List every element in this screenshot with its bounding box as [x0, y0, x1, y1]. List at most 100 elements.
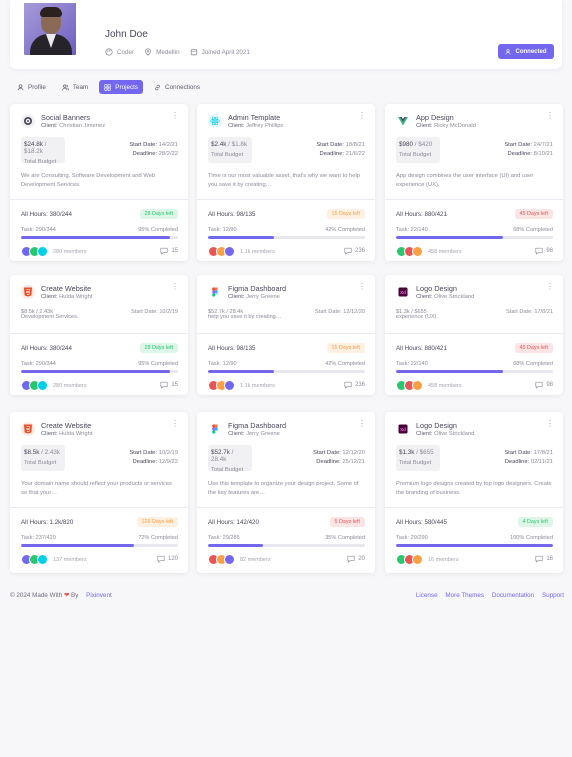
budget-total: / $420: [414, 141, 433, 148]
more-options-icon[interactable]: ⋮: [358, 112, 366, 120]
days-left-badge: 15 Days left: [326, 209, 365, 219]
tab-projects[interactable]: Projects: [99, 80, 144, 94]
deadline: 8/10/21: [533, 151, 553, 157]
more-options-icon[interactable]: ⋮: [171, 283, 179, 291]
progress-bar: [208, 236, 365, 239]
comments[interactable]: 16: [535, 555, 553, 563]
connected-button[interactable]: Connected: [498, 44, 554, 59]
progress-bar: [208, 544, 365, 547]
more-options-icon[interactable]: ⋮: [171, 112, 179, 120]
comments[interactable]: 98: [535, 247, 553, 255]
clipped-start-date: Start Date: 17/8/21: [506, 309, 553, 315]
project-title[interactable]: Logo Design: [416, 421, 457, 430]
start-date-label: Start Date:: [129, 142, 158, 148]
footer-links: License More Themes Documentation Suppor…: [410, 592, 564, 599]
progress-fill: [396, 236, 503, 239]
budget-box: $2.4k / $1.8k Total Budget: [208, 137, 252, 163]
profile-header: John Doe Coder Medellin Joined April 202…: [10, 0, 562, 69]
progress-bar: [21, 236, 178, 239]
project-card: Xd Logo Design Client: Olive Strickland …: [385, 275, 563, 395]
budget-spent: $980: [399, 141, 414, 148]
avatar[interactable]: [412, 554, 423, 565]
member-avatars[interactable]: [21, 380, 48, 391]
member-avatars[interactable]: [208, 554, 235, 565]
react-logo-icon: [208, 114, 222, 128]
footer-link-more-themes[interactable]: More Themes: [445, 592, 484, 599]
footer-link-license[interactable]: License: [416, 592, 438, 599]
project-title[interactable]: Figma Dashboard: [228, 284, 286, 293]
all-hours: All Hours: 1.2k/820: [21, 519, 74, 526]
profile-name: John Doe: [105, 29, 148, 40]
project-title[interactable]: Admin Template: [228, 113, 280, 122]
project-card: Figma Dashboard Client: Jerry Greene ⋮ $…: [197, 275, 375, 395]
comments[interactable]: 20: [347, 555, 365, 563]
avatar[interactable]: [37, 380, 48, 391]
avatar[interactable]: [412, 246, 423, 257]
project-title[interactable]: Social Banners: [41, 113, 90, 122]
days-left-badge: 28 Days left: [139, 343, 178, 353]
completion-percent: 72% Completed: [138, 535, 178, 541]
member-avatars[interactable]: [396, 246, 423, 257]
project-title[interactable]: App Design: [416, 113, 454, 122]
completion-percent: 42% Completed: [325, 227, 365, 233]
project-title[interactable]: Create Website: [41, 284, 91, 293]
start-date-label: Start Date:: [313, 450, 341, 456]
budget-spent: $2.4k: [211, 141, 227, 148]
budget-box: $52.7k / 28.4k Total Budget: [208, 445, 252, 473]
comments[interactable]: 236: [344, 381, 365, 389]
more-options-icon[interactable]: ⋮: [546, 420, 554, 428]
comments[interactable]: 120: [157, 555, 178, 563]
avatar[interactable]: [412, 380, 423, 391]
budget-label: Total Budget: [399, 460, 432, 466]
comments[interactable]: 236: [344, 247, 365, 255]
footer-link-support[interactable]: Support: [542, 592, 564, 599]
user-icon: [17, 83, 24, 90]
avatar[interactable]: [224, 554, 235, 565]
member-avatars[interactable]: [396, 380, 423, 391]
tab-connections[interactable]: Connections: [149, 80, 205, 94]
all-hours: All Hours: 142/420: [208, 519, 259, 526]
grid-icon: [104, 83, 111, 91]
more-options-icon[interactable]: ⋮: [358, 420, 366, 428]
deadline: 02/11/21: [530, 459, 553, 465]
member-avatars[interactable]: [21, 246, 48, 257]
comment-icon: [157, 555, 165, 563]
more-options-icon[interactable]: ⋮: [358, 283, 366, 291]
avatar[interactable]: [224, 246, 235, 257]
member-avatars[interactable]: [396, 554, 423, 565]
days-left-badge: 5 Days left: [329, 517, 365, 527]
tab-team[interactable]: Team: [57, 80, 93, 94]
completion-percent: 42% Completed: [325, 361, 365, 367]
brand-link[interactable]: Pixinvent: [86, 592, 112, 599]
member-avatars[interactable]: [208, 246, 235, 257]
project-client: Client: Ricky McDonald: [416, 123, 476, 129]
html5-logo-icon: [21, 422, 35, 436]
project-title[interactable]: Figma Dashboard: [228, 421, 286, 430]
more-options-icon[interactable]: ⋮: [546, 112, 554, 120]
start-date: 24/7/21: [533, 142, 553, 148]
project-title[interactable]: Logo Design: [416, 284, 457, 293]
member-avatars[interactable]: [208, 380, 235, 391]
progress-fill: [21, 370, 171, 373]
comments[interactable]: 15: [160, 247, 178, 255]
member-avatars[interactable]: [21, 554, 48, 565]
comments[interactable]: 15: [160, 381, 178, 389]
footer-link-documentation[interactable]: Documentation: [492, 592, 534, 599]
profile-tabs: Profile Team Projects Connections: [17, 80, 205, 94]
progress-fill: [396, 544, 553, 547]
task-count: Task: 12/90: [208, 227, 237, 233]
tab-profile[interactable]: Profile: [17, 80, 51, 94]
more-options-icon[interactable]: ⋮: [171, 420, 179, 428]
avatar[interactable]: [224, 380, 235, 391]
project-client: Client: Olive Strickland: [416, 294, 475, 300]
avatar[interactable]: [37, 554, 48, 565]
avatar[interactable]: [37, 246, 48, 257]
comments[interactable]: 98: [535, 381, 553, 389]
deadline: 28/2/22: [158, 151, 178, 157]
completion-percent: 68% Completed: [513, 361, 553, 367]
start-date: 18/8/21: [345, 142, 365, 148]
project-title[interactable]: Create Website: [41, 421, 91, 430]
comment-icon: [535, 247, 543, 255]
budget-label: Total Budget: [24, 159, 57, 165]
more-options-icon[interactable]: ⋮: [546, 283, 554, 291]
